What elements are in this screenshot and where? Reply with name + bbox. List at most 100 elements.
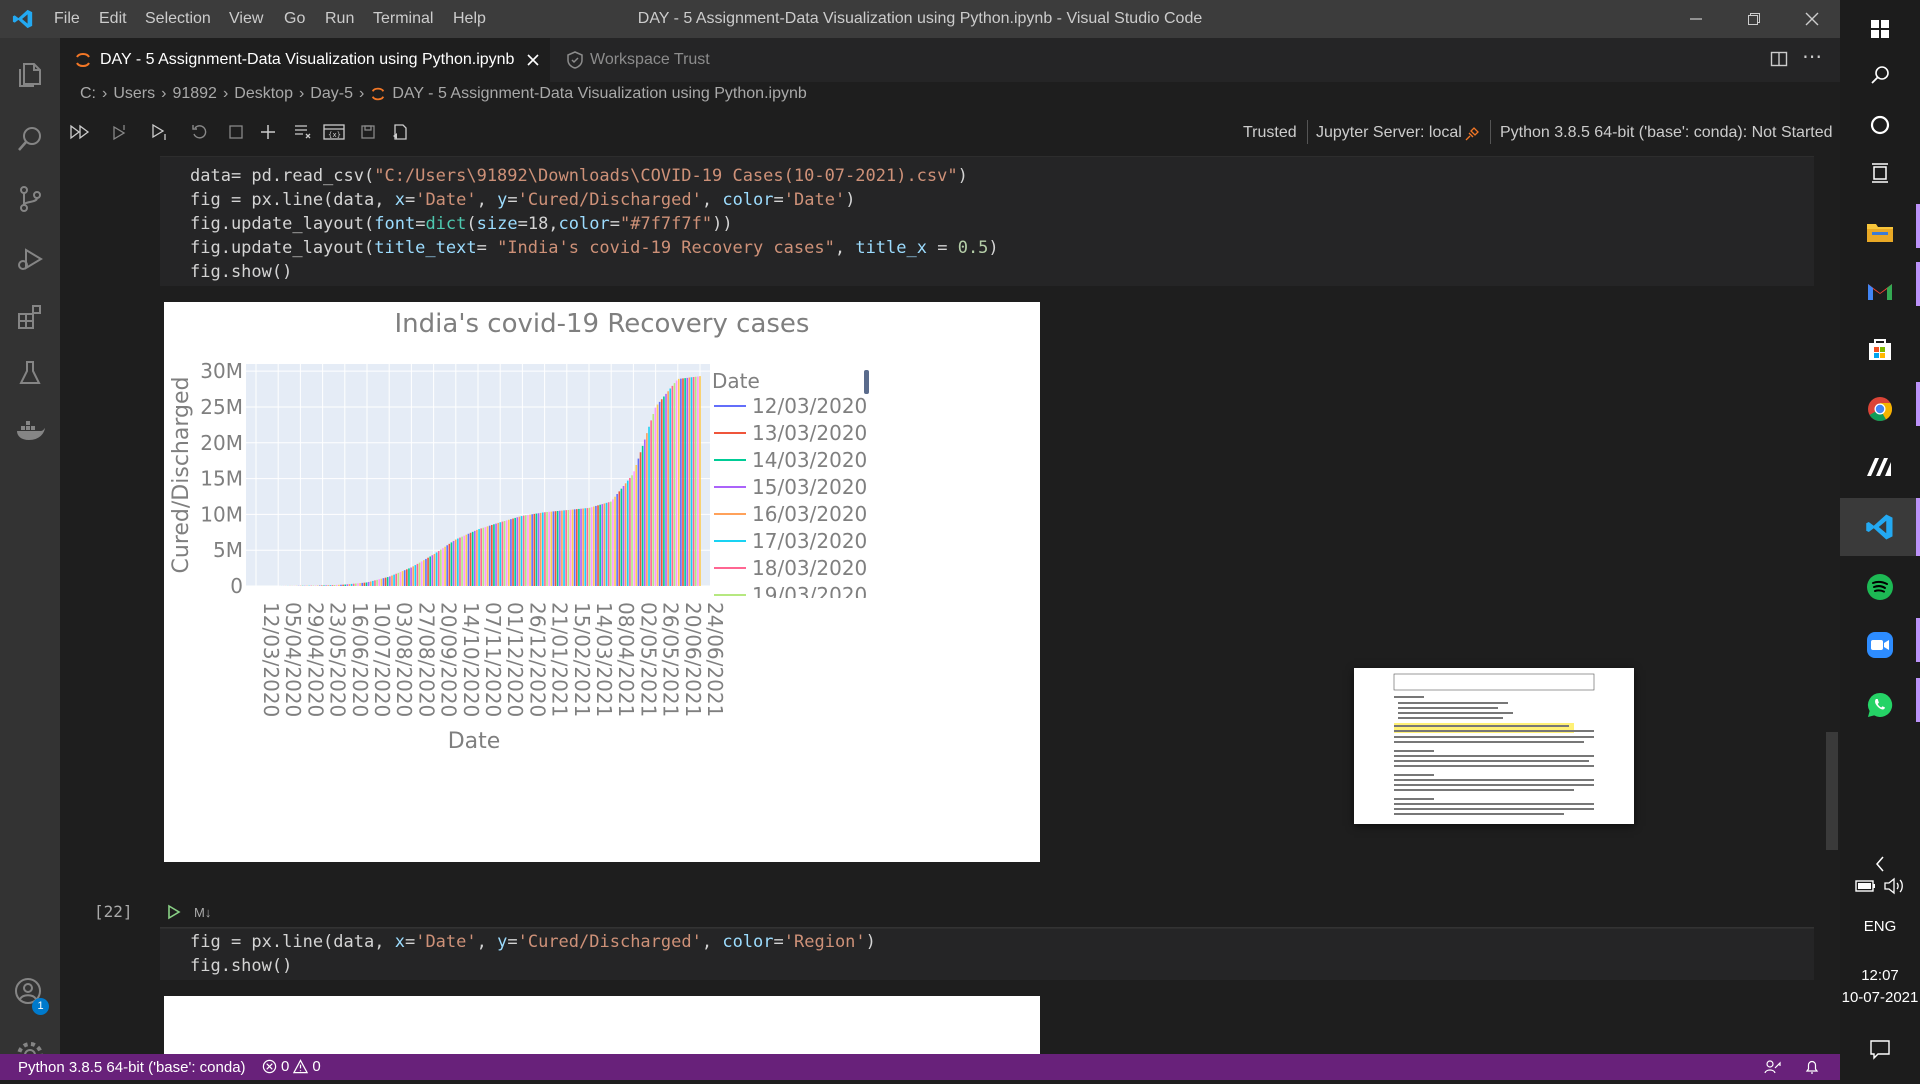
minimize-button[interactable] (1668, 0, 1724, 38)
run-below-icon[interactable] (148, 120, 172, 144)
code-line[interactable]: fig = px.line(data, x='Date', y='Cured/D… (190, 930, 876, 954)
code-line[interactable]: fig.show() (190, 954, 292, 978)
menu-edit[interactable]: Edit (99, 0, 127, 38)
vscode-taskbar-icon[interactable] (1840, 498, 1920, 556)
chrome-icon[interactable] (1840, 380, 1920, 438)
spotify-icon[interactable] (1840, 558, 1920, 616)
menu-terminal[interactable]: Terminal (373, 0, 433, 38)
action-center-icon[interactable] (1840, 1020, 1920, 1078)
notifications-bell-icon[interactable] (1804, 1059, 1820, 1075)
menu-run[interactable]: Run (325, 0, 354, 38)
legend-item[interactable]: 19/03/2020 (752, 583, 867, 607)
legend-item[interactable]: 16/03/2020 (752, 502, 867, 526)
jupyter-server-status[interactable]: Jupyter Server: local (1316, 124, 1462, 142)
run-all-icon[interactable] (68, 120, 92, 144)
kernel-interpreter[interactable]: Python 3.8.5 64-bit ('base': conda): Not… (1500, 124, 1833, 142)
explorer-icon[interactable] (0, 46, 60, 104)
tab-notebook[interactable]: DAY - 5 Assignment-Data Visualization us… (60, 38, 550, 82)
legend-item[interactable]: 13/03/2020 (752, 421, 867, 445)
system-tray[interactable] (1840, 866, 1920, 906)
scrollbar-thumb[interactable] (1826, 732, 1838, 850)
x-axis-label: Date (448, 729, 501, 754)
accounts-badge: 1 (32, 998, 49, 1015)
y-tick-label: 25M (200, 395, 243, 419)
breadcrumb: C: › Users › 91892 › Desktop › Day-5 › D… (60, 82, 1840, 108)
y-tick-label: 30M (200, 359, 243, 383)
search-icon[interactable] (0, 110, 60, 168)
file-explorer-icon[interactable] (1840, 203, 1920, 261)
x-tick-label: 23/05/2020 (326, 602, 350, 717)
code-line[interactable]: fig = px.line(data, x='Date', y='Cured/D… (190, 188, 855, 212)
legend-item[interactable]: 12/03/2020 (752, 394, 867, 418)
code-line[interactable]: fig.update_layout(font=dict(size=18,colo… (190, 212, 733, 236)
menu-go[interactable]: Go (284, 0, 305, 38)
breadcrumb-users[interactable]: Users (113, 85, 155, 103)
clock-time[interactable]: 12:07 (1840, 967, 1920, 984)
menu-view[interactable]: View (229, 0, 263, 38)
more-actions-icon[interactable]: ⋯ (1802, 44, 1822, 69)
export-icon[interactable] (388, 120, 412, 144)
x-tick-label: 21/01/2021 (548, 602, 572, 717)
zoom-icon[interactable] (1840, 616, 1920, 674)
editor-scrollbar[interactable] (1824, 156, 1840, 1054)
microsoft-store-icon[interactable] (1840, 320, 1920, 378)
legend: 12/03/2020 13/03/2020 14/03/2020 15/03/2020… (714, 394, 867, 607)
code-line[interactable]: fig.show() (190, 260, 292, 284)
status-interpreter[interactable]: Python 3.8.5 64-bit ('base': conda) (18, 1059, 246, 1076)
docker-icon[interactable] (0, 402, 60, 460)
trusted-status[interactable]: Trusted (1243, 124, 1297, 142)
document-thumbnail[interactable] (1354, 668, 1634, 824)
breadcrumb-folder[interactable]: Day-5 (310, 85, 353, 103)
add-cell-icon[interactable] (256, 120, 280, 144)
testing-flask-icon[interactable] (0, 344, 60, 402)
feedback-icon[interactable] (1764, 1059, 1782, 1075)
save-icon[interactable] (356, 120, 380, 144)
breadcrumb-user[interactable]: 91892 (172, 85, 217, 103)
editor-tabs: DAY - 5 Assignment-Data Visualization us… (60, 38, 1840, 82)
clear-outputs-icon[interactable] (290, 120, 314, 144)
run-cell-icon[interactable] (166, 904, 182, 920)
x-tick-label: 20/06/2021 (681, 602, 705, 717)
clock-date[interactable]: 10-07-2021 (1840, 989, 1920, 1006)
code-line[interactable]: data= pd.read_csv("C:/Users\91892\Downlo… (190, 164, 968, 188)
tab-label: Workspace Trust (590, 51, 710, 68)
close-window-button[interactable] (1784, 0, 1840, 38)
interrupt-icon[interactable] (224, 120, 248, 144)
problems-indicator[interactable]: 0 0 (262, 1058, 321, 1075)
legend-item[interactable]: 17/03/2020 (752, 529, 867, 553)
accounts-icon[interactable]: 1 (0, 964, 60, 1022)
split-editor-icon[interactable] (1770, 50, 1788, 73)
run-above-icon[interactable] (108, 120, 132, 144)
menu-file[interactable]: File (54, 0, 80, 38)
restart-kernel-icon[interactable] (188, 120, 212, 144)
divider (1307, 120, 1308, 144)
menu-selection[interactable]: Selection (145, 0, 211, 38)
line-chart: 05M10M15M20M25M30M12/03/202005/04/202029… (169, 309, 869, 754)
code-line[interactable]: fig.update_layout(title_text= "India's c… (190, 236, 999, 260)
input-language[interactable]: ENG (1840, 918, 1920, 935)
legend-item[interactable]: 18/03/2020 (752, 556, 867, 580)
app-logo-icon[interactable] (1840, 438, 1920, 496)
breadcrumb-file[interactable]: DAY - 5 Assignment-Data Visualization us… (392, 85, 806, 103)
restore-button[interactable] (1726, 0, 1782, 38)
x-tick-label: 24/06/2021 (703, 602, 727, 717)
legend-item[interactable]: 15/03/2020 (752, 475, 867, 499)
breadcrumb-desktop[interactable]: Desktop (234, 85, 293, 103)
x-tick-label: 03/08/2020 (392, 602, 416, 717)
source-control-icon[interactable] (0, 170, 60, 228)
variables-icon[interactable]: {x} (322, 120, 346, 144)
activity-bar: 1 (0, 38, 60, 1068)
extensions-icon[interactable] (0, 288, 60, 346)
gmail-icon[interactable] (1840, 262, 1920, 320)
tab-workspace-trust[interactable]: Workspace Trust (550, 38, 740, 82)
legend-item[interactable]: 14/03/2020 (752, 448, 867, 472)
run-debug-icon[interactable] (0, 230, 60, 288)
cell-type-toggle[interactable]: M↓ (194, 905, 211, 920)
whatsapp-icon[interactable] (1840, 676, 1920, 734)
breadcrumb-drive[interactable]: C: (80, 85, 96, 103)
close-tab-icon[interactable] (526, 53, 540, 67)
menu-help[interactable]: Help (453, 0, 486, 38)
warning-count: 0 (312, 1058, 321, 1075)
task-view-icon[interactable] (1840, 144, 1920, 202)
chevron-right-icon: › (298, 85, 305, 102)
